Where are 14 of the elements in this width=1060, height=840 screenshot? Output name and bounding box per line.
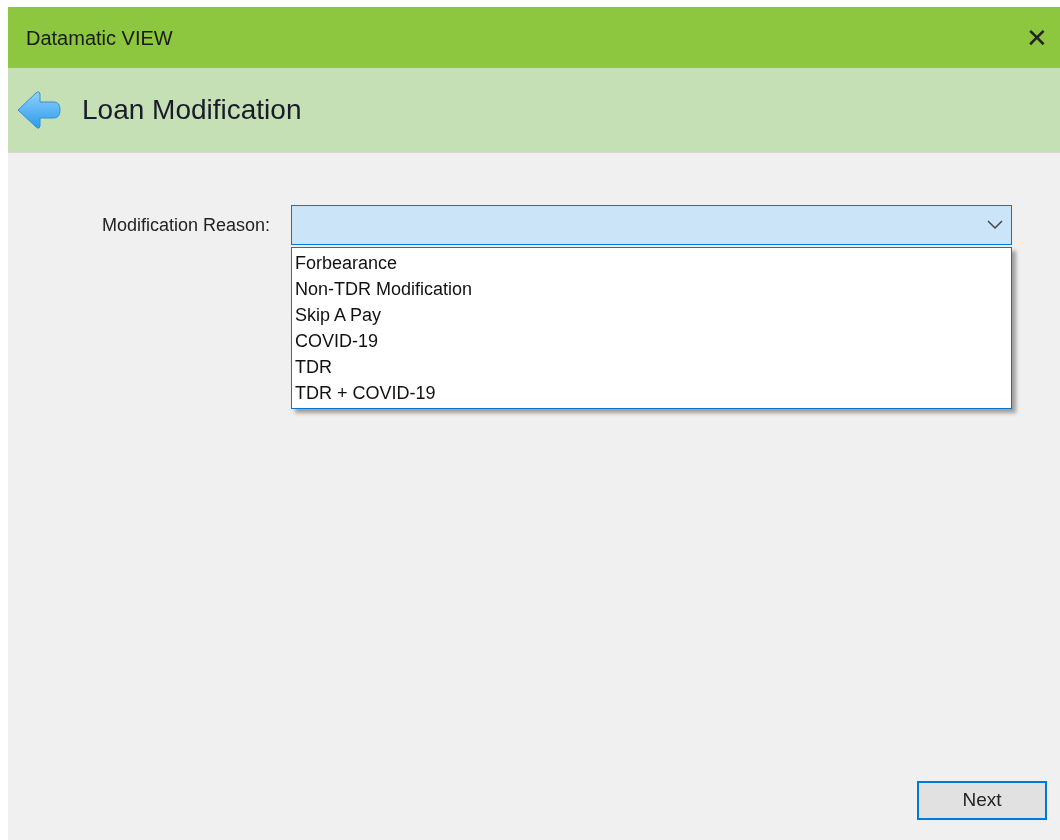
close-button[interactable]: ✕	[1022, 24, 1052, 51]
dropdown-option[interactable]: COVID-19	[292, 328, 1011, 354]
next-button[interactable]: Next	[917, 781, 1047, 820]
page-title: Loan Modification	[82, 93, 302, 127]
back-arrow-icon[interactable]	[16, 90, 62, 130]
dropdown-option[interactable]: Skip A Pay	[292, 302, 1011, 328]
dropdown-option[interactable]: Forbearance	[292, 250, 1011, 276]
dropdown-option[interactable]: TDR	[292, 354, 1011, 380]
dropdown-option[interactable]: Non-TDR Modification	[292, 276, 1011, 302]
dropdown-option[interactable]: TDR + COVID-19	[292, 380, 1011, 406]
window-title: Datamatic VIEW	[26, 25, 173, 51]
dropdown-field[interactable]	[291, 205, 1012, 245]
chevron-down-icon	[987, 220, 1003, 230]
field-label: Modification Reason:	[100, 213, 270, 237]
